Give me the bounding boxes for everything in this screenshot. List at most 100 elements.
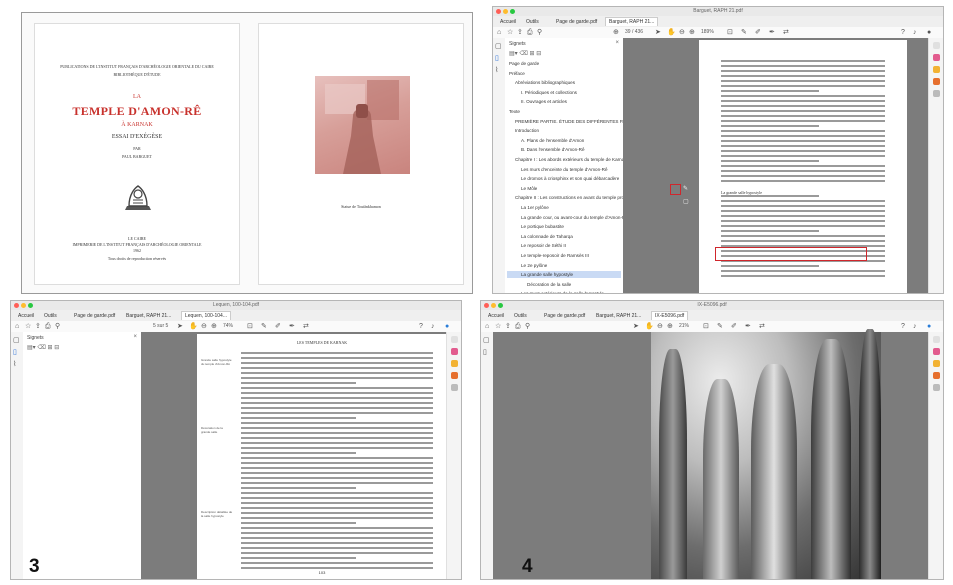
print-icon[interactable]: ⎙ <box>515 322 521 331</box>
bookmark-item[interactable]: Le 2e pylône <box>521 262 547 269</box>
zoom-tool-icon[interactable] <box>933 336 940 343</box>
home-icon[interactable]: ⌂ <box>497 28 501 37</box>
bookmark-item[interactable]: Introduction <box>515 127 539 134</box>
bookmark-item[interactable]: Le temple-reposoir de Ramsès III <box>521 252 589 259</box>
hand-icon[interactable]: ✋ <box>667 28 676 37</box>
bookmark-item[interactable]: II. Ouvrages et articles <box>521 98 567 105</box>
hand-icon[interactable]: ✋ <box>189 322 198 331</box>
highlighted-annotation-marker[interactable] <box>670 184 681 195</box>
tab-ix-e5096[interactable]: IX-E5096.pdf <box>651 311 689 320</box>
tab-accueil[interactable]: Accueil <box>497 18 519 26</box>
highlight-icon[interactable]: ✐ <box>275 322 281 331</box>
tab-accueil[interactable]: Accueil <box>15 312 37 320</box>
close-pane-icon[interactable]: × <box>133 334 137 340</box>
comment-icon[interactable]: ✎ <box>741 28 747 37</box>
tab-outils[interactable]: Outils <box>41 312 60 320</box>
bell-icon[interactable]: ♪ <box>431 322 435 331</box>
zoom-out-icon[interactable]: ⊖ <box>201 322 207 331</box>
comment-tool-icon[interactable] <box>933 66 940 73</box>
fit-page-icon[interactable]: ⊡ <box>247 322 253 331</box>
zoom-in-icon[interactable]: ⊕ <box>211 322 217 331</box>
search-icon[interactable]: ⚲ <box>525 322 530 331</box>
pointer-icon[interactable]: ➤ <box>177 322 183 331</box>
upload-icon[interactable]: ⇪ <box>35 322 41 331</box>
star-icon[interactable]: ☆ <box>25 322 31 331</box>
print-icon[interactable]: ⎙ <box>45 322 51 331</box>
help-icon[interactable]: ? <box>901 322 905 331</box>
more-tools-icon[interactable] <box>933 90 940 97</box>
edit-pdf-icon[interactable] <box>933 348 940 355</box>
page-indicator[interactable]: 39 / 436 <box>625 28 643 37</box>
tab-page-de-garde[interactable]: Page de garde.pdf <box>541 312 588 320</box>
bell-icon[interactable]: ♪ <box>913 322 917 331</box>
zoom-in-icon[interactable]: ⊕ <box>689 28 695 37</box>
user-avatar-icon[interactable]: ● <box>445 322 449 331</box>
bookmark-item[interactable]: Décoration de la salle <box>527 281 571 288</box>
sign-icon[interactable]: ✒ <box>289 322 295 331</box>
search-icon[interactable]: ⚲ <box>55 322 60 331</box>
attachments-icon[interactable]: ⌇ <box>495 67 502 74</box>
more-tools-icon[interactable] <box>451 384 458 391</box>
close-pane-icon[interactable]: × <box>615 40 619 46</box>
edit-pdf-icon[interactable] <box>451 348 458 355</box>
note-icon[interactable]: ✎ <box>683 185 688 192</box>
upload-icon[interactable]: ⇪ <box>505 322 511 331</box>
fit-page-icon[interactable]: ⊡ <box>703 322 709 331</box>
bookmark-item[interactable]: Les murs d'enceinte du temple d'Amon-Rê <box>521 166 608 173</box>
bookmark-item[interactable]: La grande cour, ou avant-cour du temple … <box>521 214 628 221</box>
bookmark-tools[interactable]: ▤▾ ⌫ ⊞ ⊟ <box>27 344 59 351</box>
help-icon[interactable]: ? <box>419 322 423 331</box>
print-icon[interactable]: ⎙ <box>527 28 533 37</box>
zoom-tool-icon[interactable] <box>933 42 940 49</box>
home-icon[interactable]: ⌂ <box>485 322 489 331</box>
export-pdf-icon[interactable] <box>933 78 940 85</box>
attachments-icon[interactable]: ⌇ <box>13 361 20 368</box>
bookmark-item[interactable]: Le portique bubastite <box>521 223 564 230</box>
sign-icon[interactable]: ✒ <box>745 322 751 331</box>
pages-icon[interactable]: ▢ <box>13 337 20 344</box>
highlight-icon[interactable]: ✐ <box>731 322 737 331</box>
comment-bubble-icon[interactable]: ▢ <box>683 198 689 205</box>
zoom-level[interactable]: 189% <box>701 28 714 37</box>
tab-page-de-garde[interactable]: Page de garde.pdf <box>71 312 118 320</box>
share-icon[interactable]: ⇄ <box>759 322 765 331</box>
tab-lequen[interactable]: Lequen, 100-104... <box>181 311 231 320</box>
pointer-icon[interactable]: ➤ <box>655 28 661 37</box>
home-icon[interactable]: ⌂ <box>15 322 19 331</box>
pointer-icon[interactable]: ➤ <box>633 322 639 331</box>
zoom-level[interactable]: 21% <box>679 322 689 331</box>
sign-icon[interactable]: ✒ <box>769 28 775 37</box>
tab-accueil[interactable]: Accueil <box>485 312 507 320</box>
comment-tool-icon[interactable] <box>451 360 458 367</box>
share-icon[interactable]: ⇄ <box>783 28 789 37</box>
export-pdf-icon[interactable] <box>933 372 940 379</box>
comment-tool-icon[interactable] <box>933 360 940 367</box>
bookmark-item[interactable]: La colonnade de Taharqa <box>521 233 573 240</box>
bookmark-item[interactable]: Le dromos à criosphinx et son quai débar… <box>521 175 619 182</box>
bell-icon[interactable]: ♪ <box>913 28 917 37</box>
zoom-level[interactable]: 74% <box>223 322 233 331</box>
export-pdf-icon[interactable] <box>451 372 458 379</box>
bookmark-item[interactable]: I. Périodiques et collections <box>521 89 577 96</box>
prev-page-icon[interactable]: ⊕ <box>613 28 619 37</box>
edit-pdf-icon[interactable] <box>933 54 940 61</box>
bookmark-item[interactable]: Préface <box>509 70 525 77</box>
comment-icon[interactable]: ✎ <box>261 322 267 331</box>
tab-outils[interactable]: Outils <box>511 312 530 320</box>
bookmark-item[interactable]: Texte <box>509 108 520 115</box>
bookmarks-icon[interactable]: ▯ <box>483 349 490 356</box>
comment-icon[interactable]: ✎ <box>717 322 723 331</box>
bookmark-item[interactable]: A. Plans de l'ensemble d'Amon <box>521 137 584 144</box>
upload-icon[interactable]: ⇪ <box>517 28 523 37</box>
bookmarks-icon[interactable]: ▯ <box>13 349 20 356</box>
tab-barguet[interactable]: Barguet, RAPH 21... <box>123 312 174 320</box>
bookmark-item[interactable]: Chapitre I : Les abords extérieurs du te… <box>515 156 627 163</box>
tab-page-de-garde[interactable]: Page de garde.pdf <box>553 18 600 26</box>
share-icon[interactable]: ⇄ <box>303 322 309 331</box>
fit-page-icon[interactable]: ⊡ <box>727 28 733 37</box>
pages-icon[interactable]: ▢ <box>483 337 490 344</box>
user-avatar-icon[interactable]: ● <box>927 322 931 331</box>
bookmarks-icon[interactable]: ▯ <box>495 55 502 62</box>
search-icon[interactable]: ⚲ <box>537 28 542 37</box>
tab-outils[interactable]: Outils <box>523 18 542 26</box>
